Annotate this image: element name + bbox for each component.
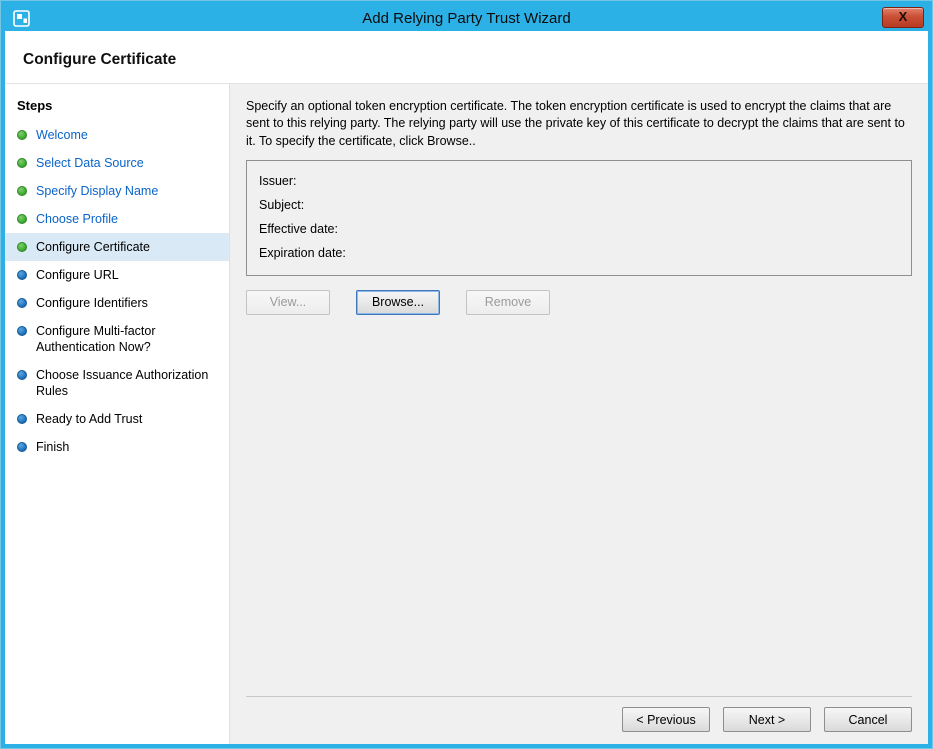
completed-step-icon <box>17 130 27 140</box>
browse-button[interactable]: Browse... <box>356 290 440 315</box>
titlebar[interactable]: Add Relying Party Trust Wizard X <box>5 5 928 31</box>
effective-date-label: Effective date: <box>259 222 338 236</box>
subject-label: Subject: <box>259 198 304 212</box>
sidebar-step-label: Select Data Source <box>36 155 144 171</box>
sidebar-step-welcome[interactable]: Welcome <box>5 121 229 149</box>
sidebar-step-configure-identifiers: Configure Identifiers <box>5 289 229 317</box>
completed-step-icon <box>17 214 27 224</box>
pending-step-icon <box>17 414 27 424</box>
sidebar-step-label: Finish <box>36 439 69 455</box>
pending-step-icon <box>17 270 27 280</box>
effective-date-row: Effective date: <box>259 217 899 241</box>
close-button[interactable]: X <box>882 7 924 28</box>
issuer-row: Issuer: <box>259 169 899 193</box>
expiration-date-row: Expiration date: <box>259 241 899 265</box>
issuer-label: Issuer: <box>259 174 297 188</box>
wizard-footer: < Previous Next > Cancel <box>246 696 912 732</box>
expiration-date-label: Expiration date: <box>259 246 346 260</box>
certificate-actions: View... Browse... Remove <box>246 290 912 315</box>
pending-step-icon <box>17 298 27 308</box>
page-header: Configure Certificate <box>5 31 928 84</box>
sidebar-step-label: Configure URL <box>36 267 119 283</box>
sidebar-step-label: Configure Multi-factor Authentication No… <box>36 323 221 355</box>
steps-list: Welcome Select Data Source Specify Display… <box>5 121 229 461</box>
sidebar-step-specify-display-name[interactable]: Specify Display Name <box>5 177 229 205</box>
completed-step-icon <box>17 186 27 196</box>
previous-button[interactable]: < Previous <box>622 707 710 732</box>
sidebar-step-label: Configure Certificate <box>36 239 150 255</box>
next-button[interactable]: Next > <box>723 707 811 732</box>
sidebar-step-finish: Finish <box>5 433 229 461</box>
sidebar-step-choose-profile[interactable]: Choose Profile <box>5 205 229 233</box>
content-spacer <box>246 315 912 696</box>
sidebar-step-configure-url: Configure URL <box>5 261 229 289</box>
sidebar-step-label: Configure Identifiers <box>36 295 148 311</box>
cancel-button[interactable]: Cancel <box>824 707 912 732</box>
view-button: View... <box>246 290 330 315</box>
completed-step-icon <box>17 158 27 168</box>
body: Steps Welcome Select Data Source Specify D… <box>5 84 928 744</box>
sidebar-step-select-data-source[interactable]: Select Data Source <box>5 149 229 177</box>
main-panel: Specify an optional token encryption cer… <box>230 84 928 744</box>
pending-step-icon <box>17 442 27 452</box>
pending-step-icon <box>17 370 27 380</box>
sidebar-step-ready-to-add-trust: Ready to Add Trust <box>5 405 229 433</box>
steps-heading: Steps <box>5 94 229 121</box>
certificate-details-box: Issuer: Subject: Effective date: Expirat… <box>246 160 912 276</box>
wizard-window: Add Relying Party Trust Wizard X Configu… <box>0 0 933 749</box>
remove-button: Remove <box>466 290 550 315</box>
sidebar-step-label: Choose Profile <box>36 211 118 227</box>
page-title: Configure Certificate <box>23 51 928 69</box>
window-title: Add Relying Party Trust Wizard <box>362 10 570 27</box>
sidebar-step-label: Ready to Add Trust <box>36 411 142 427</box>
steps-sidebar: Steps Welcome Select Data Source Specify D… <box>5 84 230 744</box>
sidebar-step-label: Choose Issuance Authorization Rules <box>36 367 221 399</box>
wizard-app-icon <box>11 8 31 28</box>
sidebar-step-choose-issuance-authorization-rules: Choose Issuance Authorization Rules <box>5 361 229 405</box>
sidebar-step-configure-multi-factor-authentication-now: Configure Multi-factor Authentication No… <box>5 317 229 361</box>
sidebar-step-label: Welcome <box>36 127 88 143</box>
completed-step-icon <box>17 242 27 252</box>
sidebar-step-label: Specify Display Name <box>36 183 158 199</box>
wizard-window-inner: Add Relying Party Trust Wizard X Configu… <box>5 5 928 744</box>
sidebar-step-configure-certificate: Configure Certificate <box>5 233 229 261</box>
pending-step-icon <box>17 326 27 336</box>
subject-row: Subject: <box>259 193 899 217</box>
page-description: Specify an optional token encryption cer… <box>246 98 912 150</box>
